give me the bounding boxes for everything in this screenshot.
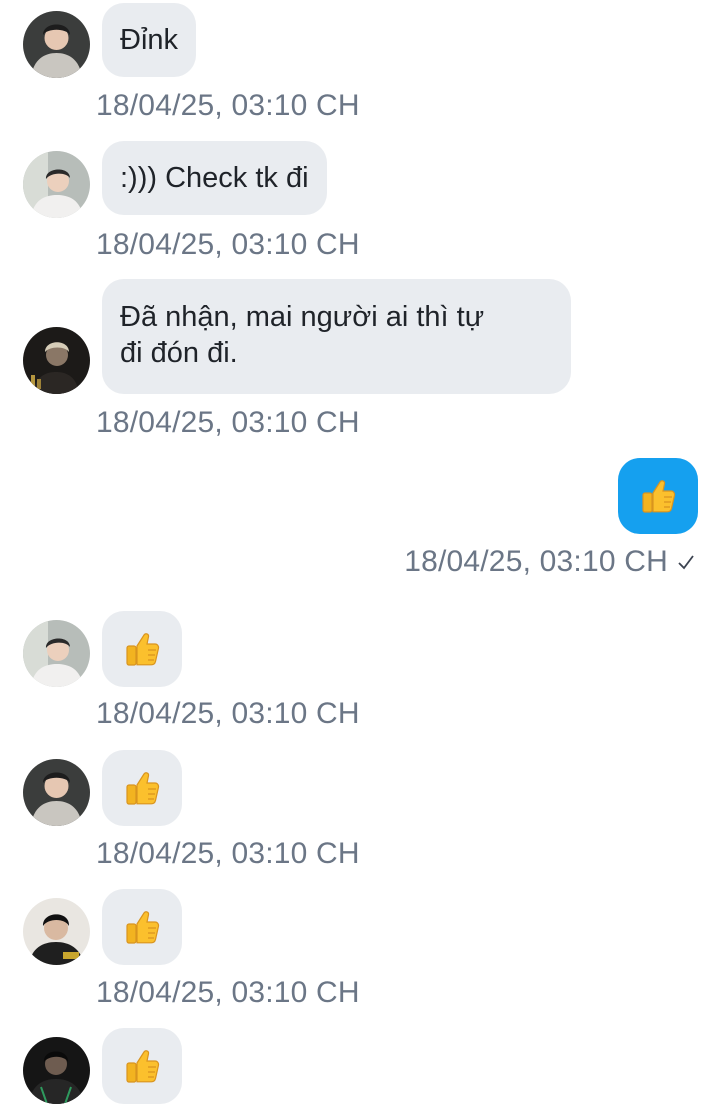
thumbs-up-icon [122,1046,162,1086]
message-text: Đỉnk [120,24,179,56]
message-bubble[interactable]: :))) Check tk đi [102,141,327,215]
message-bubble[interactable] [102,611,182,687]
avatar[interactable] [23,620,90,687]
avatar-3-image [23,327,90,394]
avatar-1-image [23,11,90,78]
avatar[interactable] [23,11,90,78]
message-timestamp: 18/04/25, 03:10 CH [404,545,696,579]
check-icon [678,555,694,570]
message-bubble[interactable] [102,1028,182,1104]
avatar[interactable] [23,759,90,826]
message-bubble[interactable]: Đã nhận, mai người ai thì tự đi đón đi. [102,279,571,394]
my-message-bubble[interactable] [618,458,698,534]
avatar[interactable] [23,327,90,394]
message-bubble[interactable] [102,889,182,965]
thumbs-up-icon [638,476,678,516]
message-text: :))) Check tk đi [120,162,309,194]
message-timestamp: 18/04/25, 03:10 CH [96,697,360,730]
avatar[interactable] [23,898,90,965]
avatar-2-image [23,620,90,687]
avatar-1-image [23,759,90,826]
message-timestamp: 18/04/25, 03:10 CH [96,406,360,439]
message-bubble[interactable]: Đỉnk [102,3,197,77]
avatar-2-image [23,151,90,218]
message-text-line: Đã nhận, mai người ai thì tự [120,301,485,333]
message-timestamp: 18/04/25, 03:10 CH [96,976,360,1009]
message-bubble[interactable] [102,750,182,826]
message-timestamp: 18/04/25, 03:10 CH [96,228,360,261]
timestamp-text: 18/04/25, 03:10 CH [404,545,668,578]
avatar-5-image [23,1037,90,1104]
message-text-line: đi đón đi. [120,337,238,369]
avatar-4-image [23,898,90,965]
avatar[interactable] [23,1037,90,1104]
avatar[interactable] [23,151,90,218]
message-timestamp: 18/04/25, 03:10 CH [96,89,360,122]
message-timestamp: 18/04/25, 03:10 CH [96,837,360,870]
thumbs-up-icon [122,768,162,808]
thumbs-up-icon [122,629,162,669]
thumbs-up-icon [122,907,162,947]
